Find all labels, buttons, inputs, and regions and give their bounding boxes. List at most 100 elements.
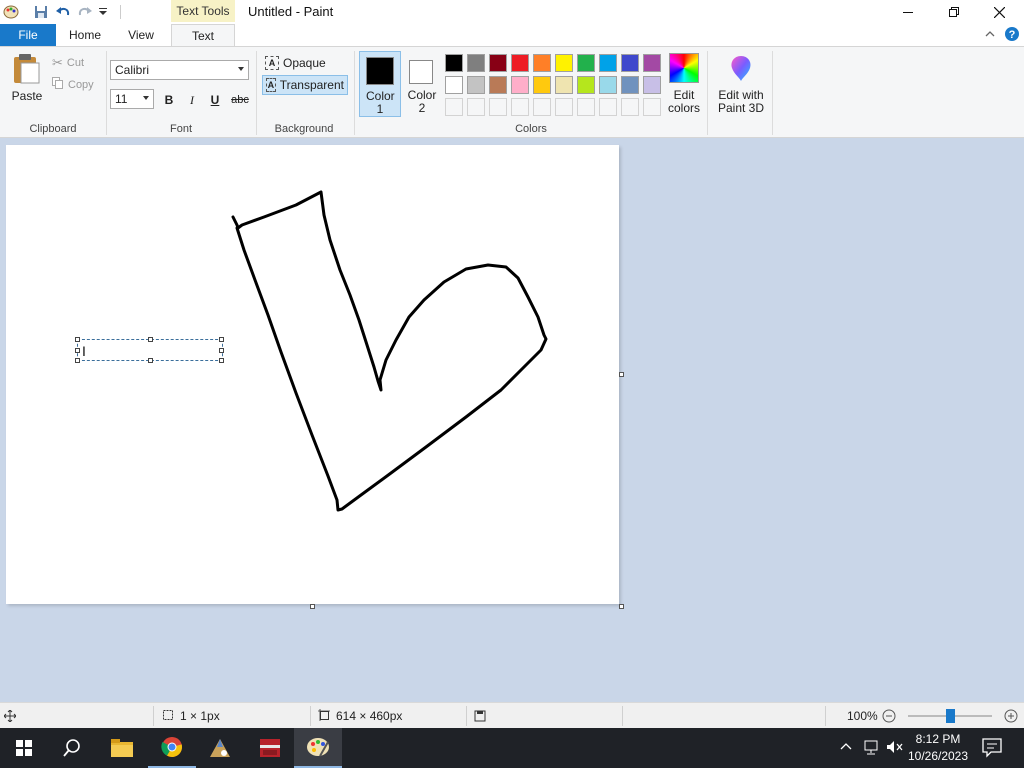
palette-empty-slot[interactable]	[445, 98, 463, 116]
palette-swatch[interactable]	[511, 76, 529, 94]
palette-swatch[interactable]	[467, 54, 485, 72]
palette-swatch[interactable]	[643, 54, 661, 72]
textbox-handle[interactable]	[219, 337, 224, 342]
edit-colors-button[interactable]: Edit colors	[665, 53, 703, 119]
palette-empty-slot[interactable]	[489, 98, 507, 116]
canvas-resize-handle-bottom[interactable]	[310, 604, 315, 609]
undo-icon[interactable]	[52, 1, 74, 23]
palette-swatch[interactable]	[577, 76, 595, 94]
textbox-handle[interactable]	[219, 348, 224, 353]
palette-empty-slot[interactable]	[555, 98, 573, 116]
textbox-handle[interactable]	[219, 358, 224, 363]
taskbar-paint[interactable]	[294, 728, 342, 768]
palette-swatch[interactable]	[511, 54, 529, 72]
paint-app-icon[interactable]	[0, 1, 22, 23]
help-icon[interactable]: ?	[1004, 26, 1020, 45]
zoom-level-text: 100%	[847, 709, 878, 723]
cursor-position-icon	[4, 703, 16, 729]
palette-empty-slot[interactable]	[577, 98, 595, 116]
selection-icon	[162, 709, 174, 724]
palette-swatch[interactable]	[533, 76, 551, 94]
copy-button[interactable]: Copy	[52, 77, 94, 92]
transparent-button[interactable]: A Transparent	[262, 75, 348, 95]
palette-swatch[interactable]	[577, 54, 595, 72]
canvas-resize-handle-corner[interactable]	[619, 604, 624, 609]
palette-swatch[interactable]	[555, 54, 573, 72]
windows-logo-icon	[16, 740, 32, 756]
tab-file[interactable]: File	[0, 24, 56, 46]
palette-swatch[interactable]	[621, 76, 639, 94]
palette-swatch[interactable]	[489, 76, 507, 94]
taskbar-app-archive[interactable]	[246, 728, 294, 768]
drawing-canvas[interactable]	[6, 145, 619, 604]
textbox-handle[interactable]	[148, 337, 153, 342]
tab-text[interactable]: Text	[171, 24, 235, 47]
paste-button[interactable]: Paste	[8, 53, 46, 113]
svg-text:?: ?	[1009, 29, 1016, 41]
color1-button[interactable]: Color 1	[359, 51, 401, 117]
text-tools-context-label: Text Tools	[171, 0, 235, 22]
palette-swatch[interactable]	[555, 76, 573, 94]
notifications-icon[interactable]	[982, 738, 1002, 761]
text-input-box[interactable]: I	[75, 337, 224, 363]
save-icon[interactable]	[30, 1, 52, 23]
taskbar-chrome[interactable]	[148, 728, 196, 768]
folder-icon	[111, 739, 133, 757]
tab-view[interactable]: View	[118, 24, 164, 46]
start-button[interactable]	[0, 728, 48, 768]
search-button[interactable]	[48, 728, 96, 768]
palette-empty-slot[interactable]	[533, 98, 551, 116]
paint-palette-icon	[307, 738, 329, 757]
textbox-handle[interactable]	[75, 358, 80, 363]
underline-button[interactable]: U	[206, 91, 224, 109]
palette-swatch[interactable]	[445, 54, 463, 72]
textbox-handle[interactable]	[75, 337, 80, 342]
palette-swatch[interactable]	[643, 76, 661, 94]
show-hidden-icons-button[interactable]	[840, 740, 852, 755]
opaque-button[interactable]: A Opaque	[262, 53, 329, 73]
palette-swatch[interactable]	[599, 76, 617, 94]
palette-swatch[interactable]	[599, 54, 617, 72]
edit-with-paint3d-button[interactable]: Edit with Paint 3D	[713, 53, 769, 119]
textbox-handle[interactable]	[148, 358, 153, 363]
redo-icon[interactable]	[74, 1, 96, 23]
minimize-ribbon-icon[interactable]	[984, 28, 996, 43]
zoom-out-button[interactable]	[882, 703, 896, 729]
palette-empty-slot[interactable]	[621, 98, 639, 116]
palette-swatch[interactable]	[467, 76, 485, 94]
palette-swatch[interactable]	[621, 54, 639, 72]
palette-empty-slot[interactable]	[511, 98, 529, 116]
palette-swatch[interactable]	[445, 76, 463, 94]
taskbar-app-inkscape[interactable]	[196, 728, 244, 768]
palette-empty-slot[interactable]	[467, 98, 485, 116]
textbox-handle[interactable]	[75, 348, 80, 353]
chevron-down-icon	[143, 96, 149, 100]
canvas-size-icon	[318, 708, 330, 724]
palette-empty-slot[interactable]	[643, 98, 661, 116]
zoom-in-button[interactable]	[1004, 703, 1018, 729]
palette-swatch[interactable]	[489, 54, 507, 72]
color2-button[interactable]: Color 2	[403, 51, 441, 117]
taskbar-file-explorer[interactable]	[98, 728, 146, 768]
tab-home[interactable]: Home	[62, 24, 108, 46]
canvas-resize-handle-right[interactable]	[619, 372, 624, 377]
network-icon[interactable]	[862, 740, 880, 759]
minimize-button[interactable]	[885, 0, 931, 24]
strikethrough-button[interactable]: abc	[229, 91, 251, 109]
zoom-slider-thumb[interactable]	[946, 709, 955, 723]
palette-swatch[interactable]	[533, 54, 551, 72]
font-size-select[interactable]: 11	[110, 89, 154, 109]
font-family-select[interactable]: Calibri	[110, 60, 249, 80]
canvas-size-text: 614 × 460px	[336, 709, 403, 723]
italic-button[interactable]: I	[183, 91, 201, 109]
group-separator	[772, 51, 773, 135]
color-spectrum-icon	[669, 53, 699, 83]
taskbar-clock[interactable]: 8:12 PM 10/26/2023	[905, 731, 971, 765]
restore-button[interactable]	[931, 0, 977, 24]
bold-button[interactable]: B	[160, 91, 178, 109]
volume-muted-icon[interactable]	[886, 739, 904, 758]
customize-toolbar-icon[interactable]	[96, 1, 110, 23]
palette-empty-slot[interactable]	[599, 98, 617, 116]
close-button[interactable]	[976, 0, 1022, 24]
cut-button[interactable]: ✂ Cut	[52, 55, 84, 71]
